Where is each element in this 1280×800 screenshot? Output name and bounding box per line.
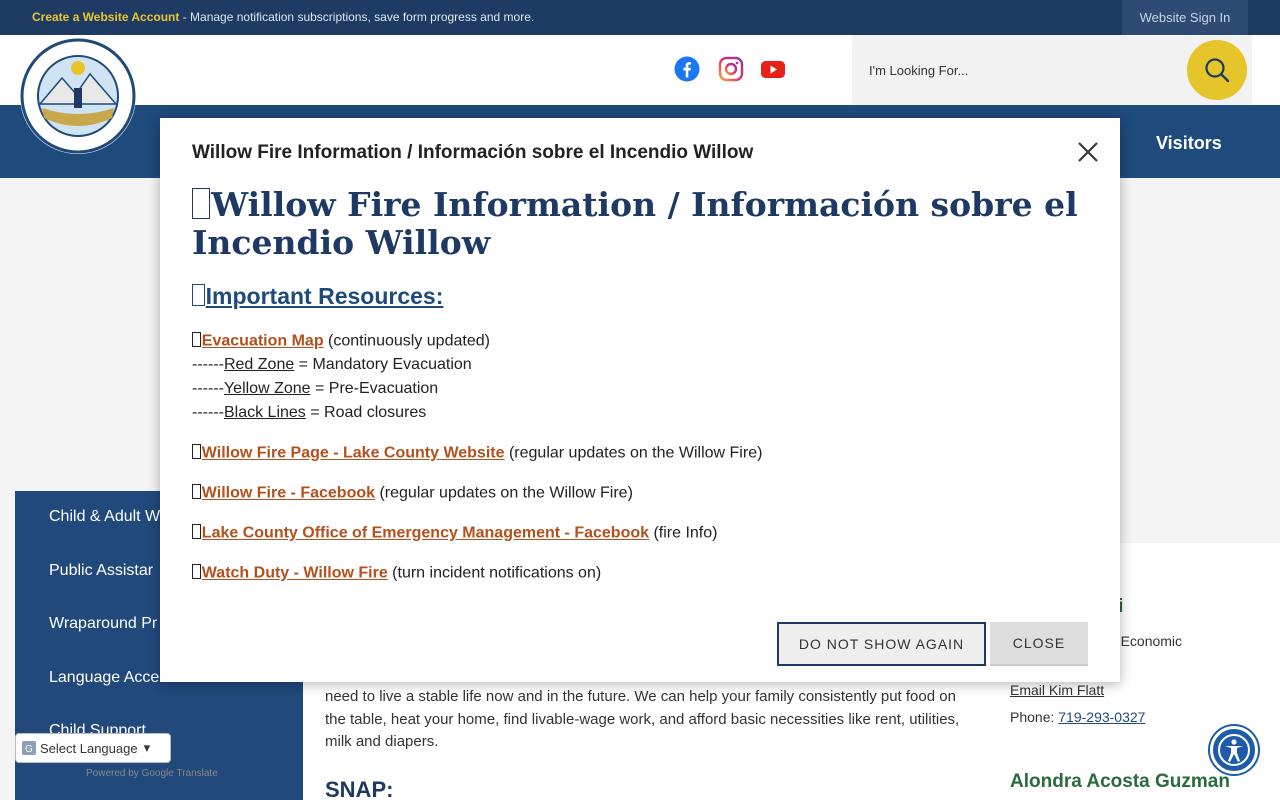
evacuation-map-link[interactable]: Evacuation Map — [202, 333, 324, 350]
missing-glyph-icon — [192, 284, 205, 307]
oem-facebook-line: Lake County Office of Emergency Manageme… — [192, 524, 717, 543]
black-lines-desc: = Road closures — [305, 404, 427, 421]
dash-prefix: ------ — [192, 380, 224, 397]
watch-duty-note: (turn incident notifications on) — [387, 564, 602, 582]
willow-fire-page-note: (regular updates on the Willow Fire) — [504, 444, 763, 462]
willow-fire-page-line: Willow Fire Page - Lake County Website (… — [192, 444, 762, 463]
missing-glyph-icon — [192, 484, 201, 500]
watch-duty-line: Watch Duty - Willow Fire (turn incident … — [192, 564, 601, 583]
watch-duty-link[interactable]: Watch Duty - Willow Fire — [202, 565, 388, 582]
do-not-show-again-button[interactable]: DO NOT SHOW AGAIN — [777, 622, 986, 666]
modal-heading: Willow Fire Information / Información so… — [192, 186, 1082, 262]
missing-glyph-icon — [192, 332, 201, 348]
willow-fire-modal: Willow Fire Information / Información so… — [160, 118, 1120, 682]
black-lines-label: Black Lines — [223, 404, 306, 421]
red-zone-line: ------Red Zone = Mandatory Evacuation — [192, 356, 472, 374]
yellow-zone-label: Yellow Zone — [223, 380, 311, 397]
missing-glyph-icon — [192, 187, 211, 220]
oem-facebook-note: (fire Info) — [649, 524, 718, 542]
yellow-zone-line: ------Yellow Zone = Pre-Evacuation — [192, 380, 438, 398]
yellow-zone-desc: = Pre-Evacuation — [310, 380, 439, 397]
willow-fire-facebook-note: (regular updates on the Willow Fire) — [375, 484, 633, 502]
modal-heading-text: Willow Fire Information / Información so… — [192, 185, 1078, 262]
evacuation-map-note: (continuously updated) — [323, 332, 490, 350]
close-icon[interactable] — [1074, 138, 1102, 166]
dash-prefix: ------ — [192, 356, 224, 373]
red-zone-label: Red Zone — [223, 356, 295, 373]
dash-prefix: ------ — [192, 404, 224, 421]
black-lines-line: ------Black Lines = Road closures — [192, 404, 426, 422]
missing-glyph-icon — [192, 564, 201, 580]
evacuation-map-line: Evacuation Map (continuously updated) — [192, 332, 490, 351]
resources-heading: Important Resources: — [192, 283, 443, 310]
close-button[interactable]: CLOSE — [990, 622, 1088, 666]
oem-facebook-link[interactable]: Lake County Office of Emergency Manageme… — [202, 525, 649, 542]
missing-glyph-icon — [192, 524, 201, 540]
willow-fire-page-link[interactable]: Willow Fire Page - Lake County Website — [202, 445, 505, 462]
red-zone-desc: = Mandatory Evacuation — [294, 356, 472, 373]
willow-fire-facebook-link[interactable]: Willow Fire - Facebook — [202, 485, 375, 502]
willow-fire-facebook-line: Willow Fire - Facebook (regular updates … — [192, 484, 633, 503]
resources-heading-text[interactable]: Important Resources: — [206, 283, 444, 309]
missing-glyph-icon — [192, 444, 201, 460]
modal-title: Willow Fire Information / Información so… — [192, 142, 754, 163]
